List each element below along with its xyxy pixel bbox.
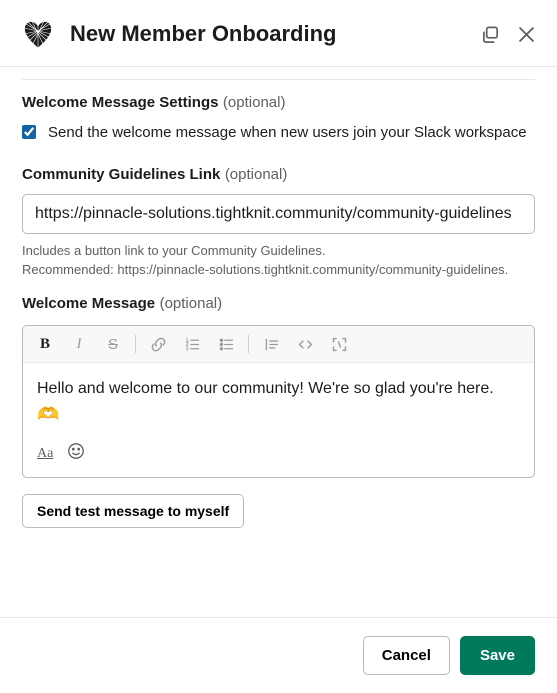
- code-block-icon[interactable]: [327, 332, 351, 356]
- dialog-title: New Member Onboarding: [70, 21, 479, 47]
- welcome-message-editor: B I S 1 2 3: [22, 325, 535, 478]
- guidelines-helper: Includes a button link to your Community…: [22, 242, 535, 280]
- send-welcome-checkbox[interactable]: [22, 125, 36, 139]
- svg-text:3: 3: [185, 346, 188, 352]
- italic-icon[interactable]: I: [67, 332, 91, 356]
- cancel-button[interactable]: Cancel: [363, 636, 450, 675]
- open-new-window-icon[interactable]: [479, 23, 501, 45]
- save-button[interactable]: Save: [460, 636, 535, 675]
- format-toggle-icon[interactable]: Aa: [37, 446, 53, 462]
- strikethrough-icon[interactable]: S: [101, 332, 125, 356]
- toolbar-divider: [248, 335, 249, 353]
- guidelines-label: Community Guidelines Link: [22, 166, 220, 183]
- emoji-picker-icon[interactable]: [67, 442, 85, 465]
- ordered-list-icon[interactable]: 1 2 3: [180, 332, 204, 356]
- welcome-settings-section: Welcome Message Settings (optional) Send…: [22, 94, 535, 144]
- link-icon[interactable]: [146, 332, 170, 356]
- heart-logo-icon: [20, 16, 56, 52]
- guidelines-link-input[interactable]: [22, 194, 535, 234]
- dialog-header: New Member Onboarding: [0, 0, 557, 67]
- guidelines-optional: (optional): [225, 166, 288, 183]
- toolbar-divider: [135, 335, 136, 353]
- emoji-hands-heart: 🫶: [37, 404, 59, 424]
- bullet-list-icon[interactable]: [214, 332, 238, 356]
- editor-toolbar: B I S 1 2 3: [23, 326, 534, 363]
- welcome-settings-label: Welcome Message Settings: [22, 94, 218, 111]
- welcome-message-optional: (optional): [160, 295, 223, 312]
- bold-icon[interactable]: B: [33, 332, 57, 356]
- welcome-message-text: Hello and welcome to our community! We'r…: [37, 380, 494, 397]
- welcome-message-label: Welcome Message: [22, 295, 155, 312]
- send-test-button[interactable]: Send test message to myself: [22, 494, 244, 528]
- editor-textarea[interactable]: Hello and welcome to our community! We'r…: [23, 363, 534, 438]
- guidelines-section: Community Guidelines Link (optional) Inc…: [22, 166, 535, 280]
- blockquote-icon[interactable]: [259, 332, 283, 356]
- close-icon[interactable]: [515, 23, 537, 45]
- welcome-settings-optional: (optional): [223, 94, 286, 111]
- dialog-footer: Cancel Save: [0, 617, 557, 693]
- welcome-message-section: Welcome Message (optional) B I S 1: [22, 295, 535, 478]
- send-welcome-label[interactable]: Send the welcome message when new users …: [48, 122, 527, 144]
- code-icon[interactable]: [293, 332, 317, 356]
